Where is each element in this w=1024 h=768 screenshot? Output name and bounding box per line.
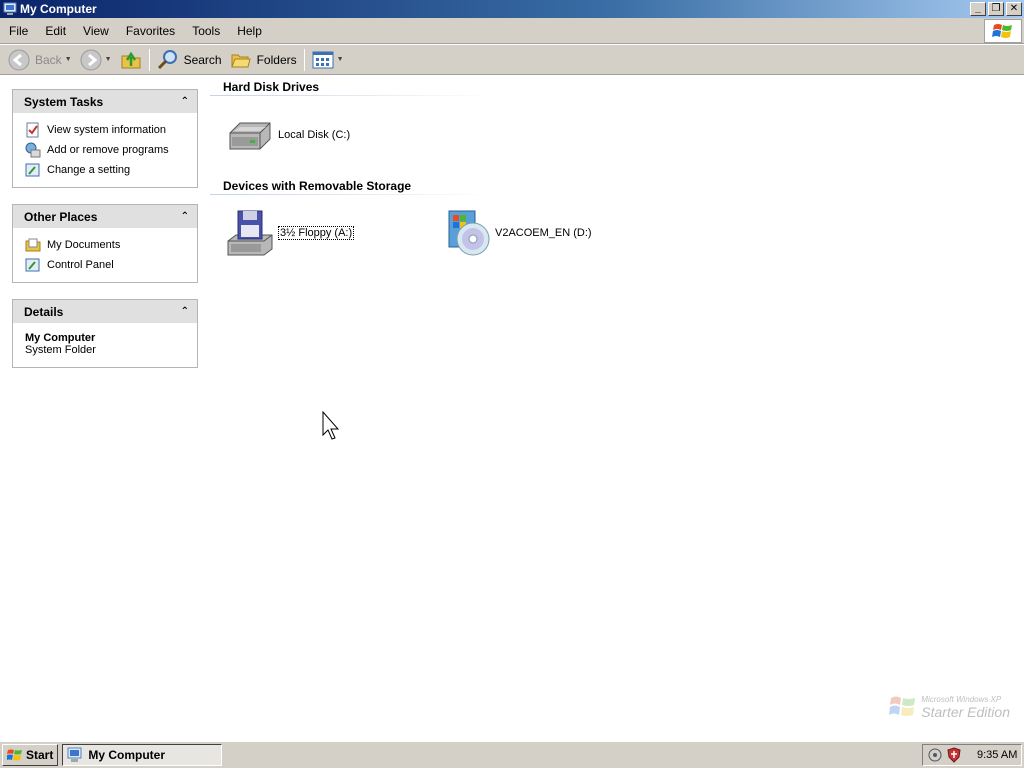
my-documents-icon <box>25 238 41 252</box>
search-icon <box>157 49 177 69</box>
drive-label: V2ACOEM_EN (D:) <box>495 227 592 239</box>
place-label: Control Panel <box>47 259 114 271</box>
my-computer-icon <box>3 2 17 15</box>
search-button[interactable]: Search <box>153 47 226 73</box>
mouse-cursor-icon <box>322 411 340 440</box>
windows-logo-icon <box>7 749 22 761</box>
forward-dropdown-icon[interactable]: ▼ <box>105 56 112 63</box>
taskbar: Start My Computer 9:35 AM <box>0 741 1024 768</box>
forward-arrow-icon <box>80 49 102 70</box>
place-label: My Documents <box>47 239 121 251</box>
network-icon[interactable] <box>927 747 943 763</box>
up-folder-icon <box>121 51 141 68</box>
folders-button[interactable]: Folders <box>226 47 301 73</box>
add-remove-programs-icon <box>25 142 41 158</box>
place-control-panel[interactable]: Control Panel <box>25 255 197 275</box>
drive-local-disk-c[interactable]: Local Disk (C:) <box>226 111 350 159</box>
drive-floppy-a[interactable]: 3½ Floppy (A:) <box>226 209 355 257</box>
control-panel-icon <box>25 258 40 272</box>
forward-button[interactable]: ▼ <box>76 47 116 73</box>
collapse-chevron-icon[interactable]: ⌃ <box>181 211 189 222</box>
toolbar-separator <box>303 48 305 71</box>
collapse-chevron-icon[interactable]: ⌃ <box>181 96 189 107</box>
back-label: Back <box>35 52 62 67</box>
folders-icon <box>230 54 251 67</box>
views-dropdown-icon[interactable]: ▼ <box>337 56 344 63</box>
menu-edit[interactable]: Edit <box>36 24 74 38</box>
menu-file[interactable]: File <box>0 24 36 38</box>
windows-logo-icon <box>889 696 916 716</box>
other-places-panel: Other Places ⌃ My Documents Control Pane… <box>12 204 198 283</box>
back-button[interactable]: Back ▼ <box>4 47 76 73</box>
window-title: My Computer <box>20 2 97 16</box>
menu-favorites[interactable]: Favorites <box>117 24 183 38</box>
toolbar-separator <box>148 48 150 71</box>
drive-label: 3½ Floppy (A:) <box>278 226 355 240</box>
clock: 9:35 AM <box>977 749 1018 761</box>
floppy-drive-icon <box>227 210 273 256</box>
place-my-documents[interactable]: My Documents <box>25 235 197 255</box>
system-tasks-title: System Tasks <box>24 94 104 109</box>
restore-button[interactable]: ❐ <box>988 2 1004 16</box>
details-item-name: My Computer <box>25 332 96 344</box>
details-header[interactable]: Details ⌃ <box>13 300 197 323</box>
other-places-title: Other Places <box>24 209 98 224</box>
menu-tools[interactable]: Tools <box>183 24 228 38</box>
search-label: Search <box>183 52 222 67</box>
task-view-system-information[interactable]: View system information <box>25 120 197 140</box>
title-bar[interactable]: My Computer _ ❐ ✕ <box>0 0 1024 18</box>
folders-label: Folders <box>256 52 297 67</box>
menu-help[interactable]: Help <box>228 24 270 38</box>
security-shield-icon[interactable] <box>946 747 962 763</box>
start-label: Start <box>26 748 54 762</box>
views-icon <box>312 51 334 68</box>
task-label: View system information <box>47 124 167 136</box>
watermark-line1: Microsoft Windows XP <box>921 694 1002 704</box>
system-tray: 9:35 AM <box>922 744 1022 766</box>
my-computer-icon <box>67 747 82 762</box>
collapse-chevron-icon[interactable]: ⌃ <box>181 306 189 317</box>
toolbar: Back ▼ ▼ Search Folders ▼ <box>0 45 1024 75</box>
details-item-type: System Folder <box>25 344 96 356</box>
menu-bar: File Edit View Favorites Tools Help <box>0 18 1024 44</box>
watermark-line2: Starter Edition <box>921 703 1010 720</box>
task-add-remove-programs[interactable]: Add or remove programs <box>25 140 197 160</box>
drive-cd-d[interactable]: V2ACOEM_EN (D:) <box>443 209 592 257</box>
details-title: Details <box>24 304 64 319</box>
up-folder-button[interactable] <box>116 47 146 73</box>
task-change-a-setting[interactable]: Change a setting <box>25 160 197 180</box>
views-button[interactable]: ▼ <box>308 47 348 73</box>
system-tasks-header[interactable]: System Tasks ⌃ <box>13 90 197 113</box>
system-information-icon <box>26 122 39 138</box>
hard-disk-icon <box>229 122 271 150</box>
task-label: Add or remove programs <box>47 144 169 156</box>
section-divider <box>210 95 495 96</box>
minimize-button[interactable]: _ <box>970 2 986 16</box>
system-tasks-panel: System Tasks ⌃ View system information A… <box>12 89 198 188</box>
hard-disk-drives-heading: Hard Disk Drives <box>223 80 320 94</box>
menu-view[interactable]: View <box>74 24 117 38</box>
change-setting-icon <box>25 163 40 177</box>
section-divider <box>210 194 495 195</box>
drive-label: Local Disk (C:) <box>278 129 351 141</box>
start-button[interactable]: Start <box>2 744 59 766</box>
task-label: My Computer <box>88 748 166 762</box>
details-panel: Details ⌃ My Computer System Folder <box>12 299 198 368</box>
back-dropdown-icon[interactable]: ▼ <box>65 56 72 63</box>
starter-edition-watermark: Microsoft Windows XP Starter Edition <box>889 694 1010 720</box>
task-label: Change a setting <box>47 164 131 176</box>
back-arrow-icon <box>8 49 30 70</box>
removable-storage-heading: Devices with Removable Storage <box>223 179 412 193</box>
windows-logo-icon <box>984 19 1022 43</box>
close-button[interactable]: ✕ <box>1006 2 1022 16</box>
cd-drive-icon <box>448 210 490 256</box>
taskbar-my-computer[interactable]: My Computer <box>62 744 223 766</box>
other-places-header[interactable]: Other Places ⌃ <box>13 205 197 228</box>
